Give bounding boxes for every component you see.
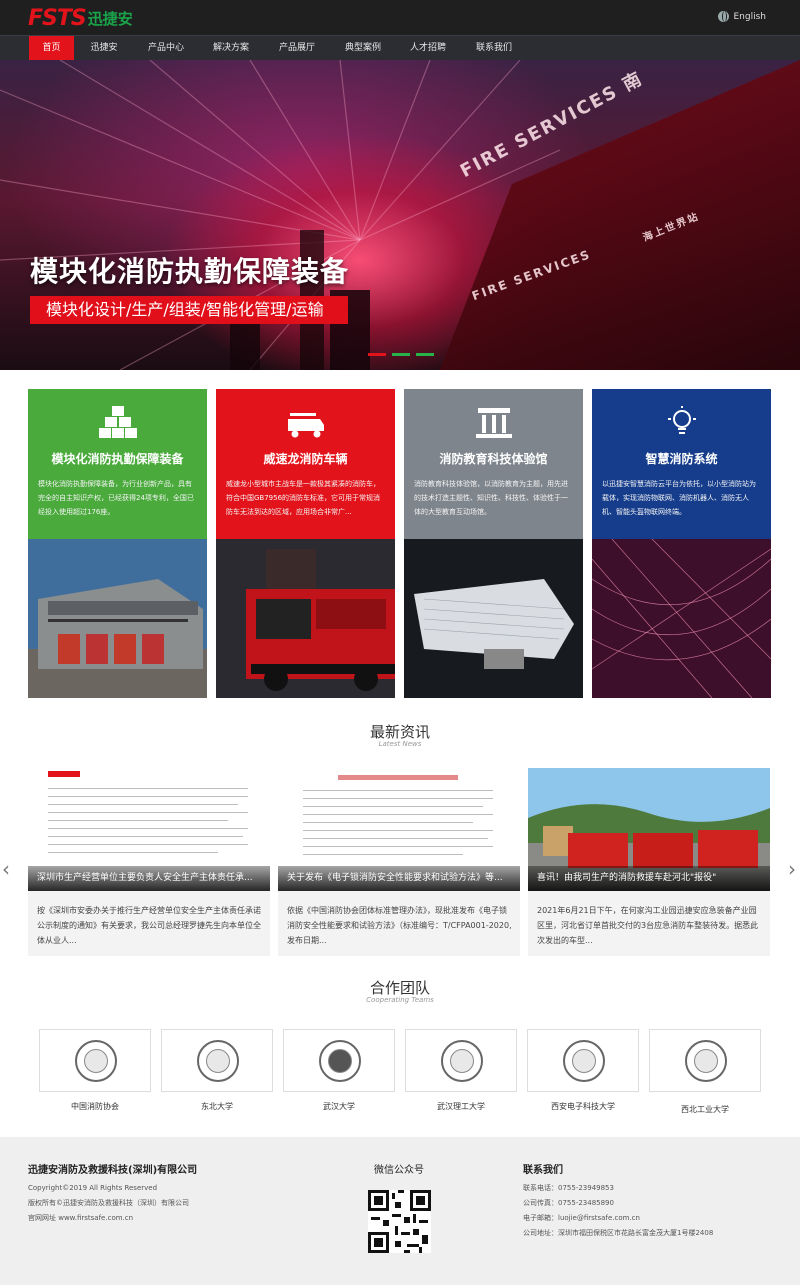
partner-logo-1[interactable] (39, 1029, 151, 1092)
card-title: 模块化消防执勤保障装备 (51, 452, 184, 466)
nav-solutions[interactable]: 解决方案 (205, 36, 257, 61)
seal-logo-icon (319, 1040, 361, 1082)
partner-logo-2[interactable] (161, 1029, 273, 1092)
card-description: 消防教育科技体验馆，以消防教育为主题，用先进的技术打造主题性、知识性、科技性、体… (414, 480, 568, 516)
fire-truck-icon (288, 413, 324, 438)
footer-phone: 联系电话：0755-23949853 (523, 1184, 614, 1192)
footer-wechat-title: 微信公众号 (374, 1165, 424, 1176)
card-title: 消防教育科技体验馆 (439, 452, 548, 466)
news-thumbnail: 深圳市生产经营单位主要负责人安全生产主体责任承... (28, 768, 270, 891)
footer-company-name: 迅捷安消防及救援科技(深圳)有限公司 (28, 1165, 198, 1176)
globe-icon (717, 11, 729, 22)
news-excerpt: 依据《中国消防协会团体标准管理办法》，现批准发布《电子锁消防安全性能要求和试验方… (287, 906, 512, 945)
news-caption: 关于发布《电子锁消防安全性能要求和试验方法》等... (278, 866, 520, 891)
card-header: 智慧消防系统 以迅捷安智慧消防云平台为依托，以小型消防站为载体，实现消防物联网、… (592, 389, 771, 539)
card-description: 以迅捷安智慧消防云平台为依托，以小型消防站为载体，实现消防物联网、消防机器人、消… (602, 480, 756, 516)
nav-home[interactable]: 首页 (29, 36, 74, 61)
footer-copyright: Copyright©2019 All Rights Reserved (28, 1184, 158, 1192)
footer-website[interactable]: 官网网址 www.firstsafe.com.cn (28, 1211, 133, 1226)
footer-fax: 公司传真：0755-23485890 (523, 1199, 614, 1207)
news-item-3[interactable]: 喜讯！由我司生产的消防救援车赴河北"报役" 2021年6月21日下午，在何家沟工… (528, 768, 770, 956)
nav-careers[interactable]: 人才招聘 (402, 36, 454, 61)
card-header: 消防教育科技体验馆 消防教育科技体验馆，以消防教育为主题，用先进的技术打造主题性… (404, 389, 583, 539)
nav-about[interactable]: 迅捷安 (80, 36, 128, 61)
hero-banner[interactable]: FIRE SERVICES 南 FIRE SERVICES 海上世界站 模块化消… (0, 60, 800, 370)
seal-logo-icon (441, 1040, 483, 1082)
boxes-icon (99, 406, 137, 438)
top-header: FSTS 迅捷安 English (0, 0, 800, 35)
card-description: 模块化消防执勤保障装备，为行业创新产品，具有完全的自主知识产权，已经获得24项专… (38, 480, 194, 516)
news-thumbnail: 喜讯！由我司生产的消防救援车赴河北"报役" (528, 768, 770, 891)
language-switch[interactable]: English (717, 11, 767, 22)
wechat-qr-code (368, 1190, 431, 1253)
news-section-subtitle: Latest News (378, 740, 422, 748)
logo-chinese-name: 迅捷安 (87, 9, 133, 28)
card-description: 威速龙小型城市主战车是一款极其紧凑的消防车，符合中国GB7956的消防车标准，它… (226, 480, 381, 516)
logo-mark: FSTS (28, 5, 87, 31)
partner-name: 武汉大学 (323, 1102, 355, 1111)
card-header: 模块化消防执勤保障装备 模块化消防执勤保障装备，为行业创新产品，具有完全的自主知… (28, 389, 207, 539)
footer-address: 公司地址：深圳市福田保税区市花路长富金茂大厦1号楼2408 (523, 1229, 714, 1237)
news-item-1[interactable]: 深圳市生产经营单位主要负责人安全生产主体责任承... 按《深圳市安委办关于推行生… (28, 768, 270, 956)
nav-cases[interactable]: 典型案例 (337, 36, 389, 61)
card-title: 威速龙消防车辆 (263, 452, 348, 466)
language-label: English (733, 11, 767, 22)
card-title: 智慧消防系统 (645, 452, 718, 466)
partners-section-title: 合作团队 (369, 979, 430, 997)
product-card-smart-system[interactable]: 智慧消防系统 以迅捷安智慧消防云平台为依托，以小型消防站为载体，实现消防物联网、… (592, 389, 771, 698)
partner-logo-4[interactable] (405, 1029, 517, 1092)
card-image-pavilion (404, 539, 583, 698)
slider-dot-3[interactable] (416, 353, 434, 356)
partner-logo-6[interactable] (649, 1029, 761, 1092)
seal-logo-icon (563, 1040, 605, 1082)
footer-rights: 版权所有©迅捷安消防及救援科技（深圳）有限公司 (28, 1199, 189, 1207)
news-excerpt: 按《深圳市安委办关于推行生产经营单位安全生产主体责任承诺公示制度的通知》有关要求… (37, 906, 261, 945)
hero-subtitle: 模块化设计/生产/组装/智能化管理/运输 (30, 296, 348, 324)
hero-title: 模块化消防执勤保障装备 (30, 255, 350, 288)
seal-logo-icon (685, 1040, 727, 1082)
card-image-network (592, 539, 771, 698)
partner-name: 武汉理工大学 (437, 1102, 485, 1111)
card-image-truck (216, 539, 395, 698)
slider-dot-1[interactable] (368, 353, 386, 356)
slider-dot-2[interactable] (392, 353, 410, 356)
news-section-title: 最新资讯 (369, 723, 430, 741)
partner-name: 西北工业大学 (681, 1105, 729, 1114)
partners-section-subtitle: Cooperating Teams (366, 996, 434, 1004)
main-nav: 首页 迅捷安 产品中心 解决方案 产品展厅 典型案例 人才招聘 联系我们 (0, 35, 800, 61)
slider-dots (368, 353, 434, 356)
footer-contact-title: 联系我们 (523, 1165, 563, 1176)
product-card-education[interactable]: 消防教育科技体验馆 消防教育科技体验馆，以消防教育为主题，用先进的技术打造主题性… (404, 389, 583, 698)
footer-email[interactable]: 电子邮箱：luojie@firstsafe.com.cn (523, 1211, 640, 1226)
partner-logo-5[interactable] (527, 1029, 639, 1092)
news-next-arrow[interactable]: › (788, 858, 800, 880)
site-footer: 迅捷安消防及救援科技(深圳)有限公司 Copyright©2019 All Ri… (0, 1137, 800, 1285)
partner-logo-3[interactable] (283, 1029, 395, 1092)
partner-name: 东北大学 (201, 1102, 233, 1111)
nav-contact[interactable]: 联系我们 (468, 36, 520, 61)
seal-logo-icon (75, 1040, 117, 1082)
news-thumbnail: 关于发布《电子锁消防安全性能要求和试验方法》等... (278, 768, 520, 891)
card-image-station (28, 539, 207, 698)
news-prev-arrow[interactable]: ‹ (2, 858, 14, 880)
pavilion-icon (476, 408, 512, 438)
nav-showroom[interactable]: 产品展厅 (271, 36, 323, 61)
news-excerpt: 2021年6月21日下午，在何家沟工业园迅捷安应急装备产业园区里，河北省订单首批… (537, 906, 759, 945)
news-item-2[interactable]: 关于发布《电子锁消防安全性能要求和试验方法》等... 依据《中国消防协会团体标准… (278, 768, 520, 956)
product-card-fire-truck[interactable]: 威速龙消防车辆 威速龙小型城市主战车是一款极其紧凑的消防车，符合中国GB7956… (216, 389, 395, 698)
news-caption: 喜讯！由我司生产的消防救援车赴河北"报役" (528, 866, 770, 891)
lightbulb-icon (668, 406, 696, 434)
nav-products[interactable]: 产品中心 (140, 36, 192, 61)
seal-logo-icon (197, 1040, 239, 1082)
partner-name: 西安电子科技大学 (551, 1102, 615, 1111)
news-caption: 深圳市生产经营单位主要负责人安全生产主体责任承... (28, 866, 270, 891)
site-logo[interactable]: FSTS 迅捷安 (28, 5, 133, 31)
partner-name: 中国消防协会 (71, 1102, 119, 1111)
product-card-modular[interactable]: 模块化消防执勤保障装备 模块化消防执勤保障装备，为行业创新产品，具有完全的自主知… (28, 389, 207, 698)
card-header: 威速龙消防车辆 威速龙小型城市主战车是一款极其紧凑的消防车，符合中国GB7956… (216, 389, 395, 539)
